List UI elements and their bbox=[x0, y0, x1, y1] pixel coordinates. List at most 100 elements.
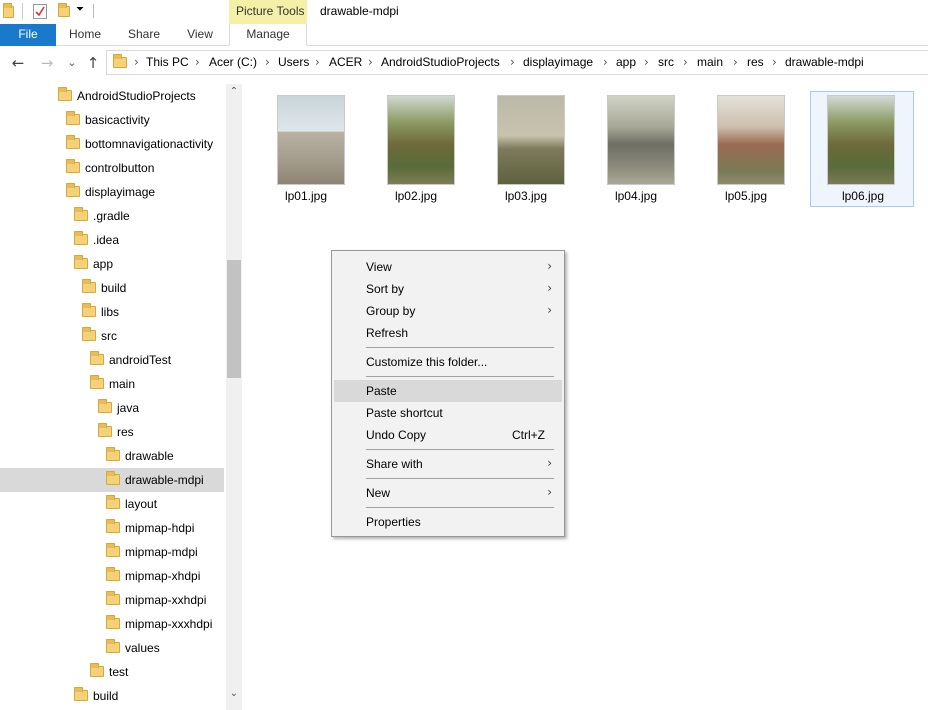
folder-icon bbox=[66, 135, 80, 149]
menu-item-new[interactable]: New › bbox=[334, 482, 562, 504]
breadcrumb-app[interactable]: app bbox=[616, 55, 636, 69]
image-thumbnail bbox=[607, 95, 675, 185]
file-item[interactable]: lp04.jpg bbox=[584, 90, 688, 206]
breadcrumb-src[interactable]: src bbox=[658, 55, 674, 69]
tree-item[interactable]: basicactivity bbox=[0, 108, 224, 132]
menu-item-share-with[interactable]: Share with › bbox=[334, 453, 562, 475]
up-icon[interactable]: ↑ bbox=[84, 55, 102, 71]
tree-item-label: mipmap-xxxhdpi bbox=[125, 617, 213, 631]
folder-icon bbox=[74, 255, 88, 269]
menu-item-properties[interactable]: Properties bbox=[334, 511, 562, 533]
tree-item[interactable]: .idea bbox=[0, 228, 224, 252]
submenu-arrow-icon: › bbox=[547, 456, 552, 470]
file-item-selected[interactable]: lp06.jpg bbox=[810, 91, 914, 207]
menu-item-refresh[interactable]: Refresh bbox=[334, 322, 562, 344]
tree-item-selected[interactable]: drawable-mdpi bbox=[0, 468, 224, 492]
breadcrumb-main[interactable]: main bbox=[697, 55, 723, 69]
tree-item[interactable]: main bbox=[0, 372, 224, 396]
customize-toolbar-icon[interactable]: ⏷ bbox=[76, 4, 92, 20]
new-folder-icon[interactable] bbox=[58, 3, 70, 17]
properties-icon[interactable] bbox=[33, 4, 47, 19]
scroll-down-icon[interactable]: ⌄ bbox=[226, 688, 242, 702]
breadcrumb-res[interactable]: res bbox=[747, 55, 764, 69]
breadcrumb-acer-drive[interactable]: Acer (C:) bbox=[209, 55, 257, 69]
tree-scrollbar[interactable]: ⌃ ⌄ bbox=[226, 84, 242, 710]
breadcrumb-acer[interactable]: ACER bbox=[329, 55, 362, 69]
scrollbar-thumb[interactable] bbox=[227, 260, 241, 378]
folder-icon bbox=[66, 183, 80, 197]
tree-item-label: mipmap-xhdpi bbox=[125, 569, 201, 583]
ribbon-tabs: File Home Share View Manage bbox=[0, 24, 928, 46]
folder-icon bbox=[106, 615, 120, 629]
picture-tools-label: Picture Tools bbox=[236, 4, 305, 18]
tree-item[interactable]: drawable bbox=[0, 444, 224, 468]
folder-icon bbox=[90, 375, 104, 389]
tree-item[interactable]: controlbutton bbox=[0, 156, 224, 180]
divider bbox=[22, 3, 23, 19]
menu-item-customize-folder[interactable]: Customize this folder... bbox=[334, 351, 562, 373]
file-item[interactable]: lp02.jpg bbox=[364, 90, 468, 206]
menu-item-group-by[interactable]: Group by › bbox=[334, 300, 562, 322]
tree-item[interactable]: build bbox=[0, 684, 224, 708]
breadcrumb-users[interactable]: Users bbox=[278, 55, 309, 69]
tree-item[interactable]: mipmap-xxxhdpi bbox=[0, 612, 224, 636]
tree-item[interactable]: app bbox=[0, 252, 224, 276]
tree-item[interactable]: androidTest bbox=[0, 348, 224, 372]
breadcrumb-drawable-mdpi[interactable]: drawable-mdpi bbox=[785, 55, 864, 69]
tree-item[interactable]: src bbox=[0, 324, 224, 348]
menu-item-paste-shortcut[interactable]: Paste shortcut bbox=[334, 402, 562, 424]
tree-item[interactable]: displayimage bbox=[0, 180, 224, 204]
tree-item-label: test bbox=[109, 665, 129, 679]
tree-item[interactable]: java bbox=[0, 396, 224, 420]
address-bar[interactable]: › This PC › Acer (C:) › Users › ACER › A… bbox=[106, 50, 928, 75]
forward-icon[interactable]: → bbox=[38, 55, 56, 71]
tree-item[interactable]: .gradle bbox=[0, 204, 224, 228]
file-name: lp03.jpg bbox=[504, 189, 548, 203]
tab-view[interactable]: View bbox=[174, 24, 226, 46]
tree-item[interactable]: build bbox=[0, 276, 224, 300]
tree-item[interactable]: res bbox=[0, 420, 224, 444]
breadcrumb-separator: › bbox=[315, 55, 320, 69]
tree-item[interactable]: mipmap-xhdpi bbox=[0, 564, 224, 588]
menu-item-undo-copy[interactable]: Undo Copy Ctrl+Z bbox=[334, 424, 562, 446]
tab-file[interactable]: File bbox=[0, 24, 56, 46]
menu-separator bbox=[366, 449, 554, 450]
tree-item[interactable]: libs bbox=[0, 300, 224, 324]
folder-icon bbox=[74, 207, 88, 221]
file-item[interactable]: lp01.jpg bbox=[254, 90, 358, 206]
tree-item[interactable]: AndroidStudioProjects bbox=[0, 84, 224, 108]
menu-item-view[interactable]: View › bbox=[334, 256, 562, 278]
menu-item-paste[interactable]: Paste bbox=[334, 380, 562, 402]
tree-item[interactable]: test bbox=[0, 660, 224, 684]
menu-item-label: Sort by bbox=[366, 282, 405, 296]
recent-locations-icon[interactable]: ⌄ bbox=[63, 55, 81, 71]
tree-item-label: mipmap-hdpi bbox=[125, 521, 195, 535]
file-name: lp05.jpg bbox=[724, 189, 768, 203]
back-icon[interactable]: ← bbox=[9, 55, 27, 71]
tree-item-label: java bbox=[117, 401, 140, 415]
tree-item[interactable]: mipmap-mdpi bbox=[0, 540, 224, 564]
submenu-arrow-icon: › bbox=[547, 281, 552, 295]
tree-item[interactable]: layout bbox=[0, 492, 224, 516]
tab-home[interactable]: Home bbox=[56, 24, 114, 46]
menu-item-sort-by[interactable]: Sort by › bbox=[334, 278, 562, 300]
folder-icon bbox=[58, 87, 72, 101]
menu-item-label: Paste bbox=[366, 384, 397, 398]
breadcrumb-this-pc[interactable]: This PC bbox=[146, 55, 189, 69]
folder-icon bbox=[106, 639, 120, 653]
folder-icon bbox=[106, 471, 120, 485]
file-item[interactable]: lp03.jpg bbox=[474, 90, 578, 206]
breadcrumb-androidstudioprojects[interactable]: AndroidStudioProjects bbox=[381, 55, 500, 69]
tree-item[interactable]: values bbox=[0, 636, 224, 660]
image-thumbnail bbox=[387, 95, 455, 185]
tree-item[interactable]: bottomnavigationactivity bbox=[0, 132, 224, 156]
tree-item[interactable]: mipmap-xxhdpi bbox=[0, 588, 224, 612]
scroll-up-icon[interactable]: ⌃ bbox=[226, 86, 242, 100]
folder-icon bbox=[3, 3, 14, 18]
tab-share[interactable]: Share bbox=[114, 24, 174, 46]
breadcrumb-displayimage[interactable]: displayimage bbox=[523, 55, 593, 69]
file-item[interactable]: lp05.jpg bbox=[694, 90, 798, 206]
tree-item-label: displayimage bbox=[85, 185, 156, 199]
tree-item[interactable]: mipmap-hdpi bbox=[0, 516, 224, 540]
tab-manage[interactable]: Manage bbox=[229, 24, 307, 46]
